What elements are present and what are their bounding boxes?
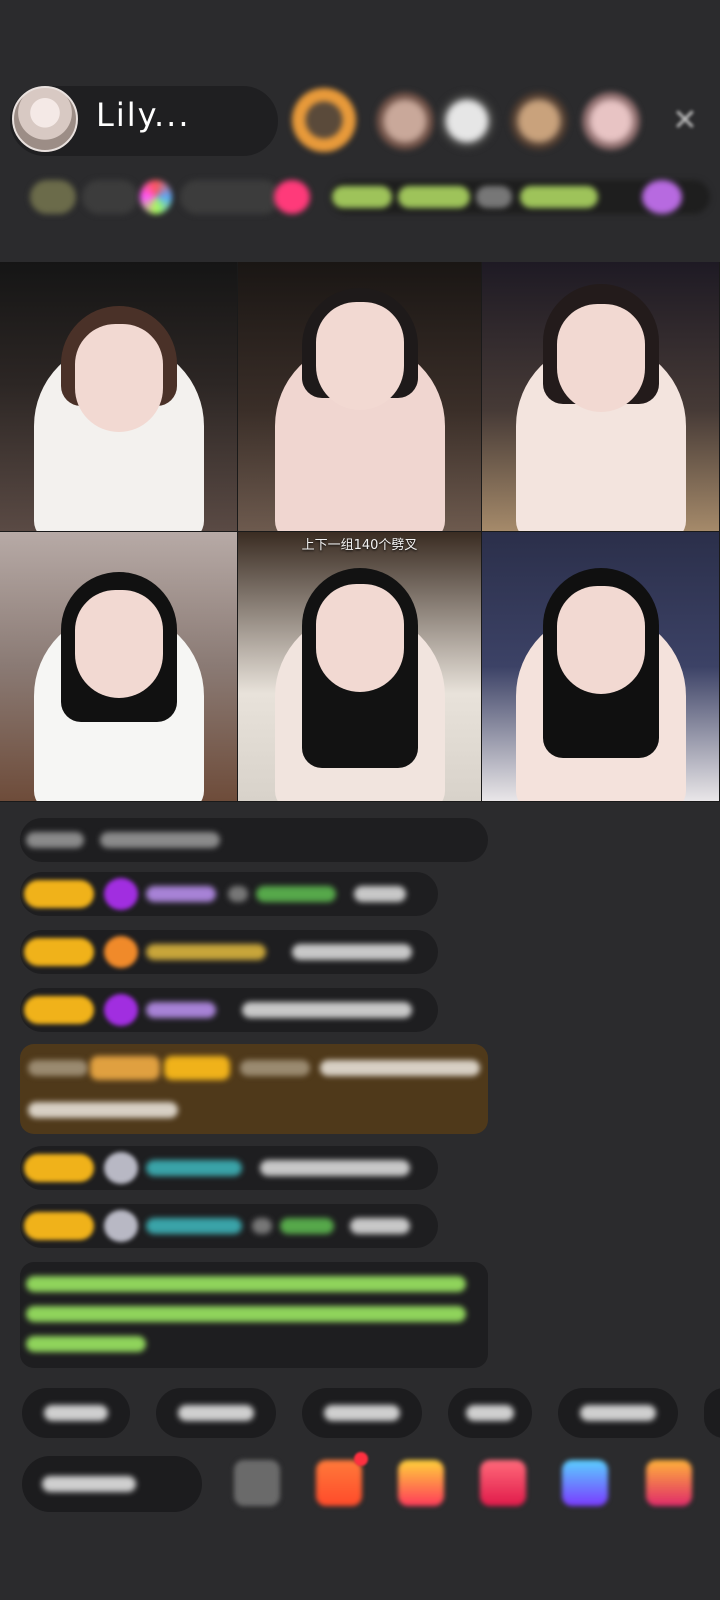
game-icon[interactable] <box>562 1460 608 1506</box>
user-avatar <box>104 1152 138 1184</box>
quick-reply-pill[interactable] <box>22 1388 130 1438</box>
video-tile[interactable] <box>0 262 238 532</box>
user-level-badge <box>24 880 94 908</box>
username[interactable] <box>146 1218 242 1234</box>
more-gifts-icon[interactable] <box>646 1460 692 1506</box>
chat-message[interactable] <box>20 818 488 862</box>
level-badge <box>30 180 76 214</box>
username[interactable] <box>146 944 266 960</box>
quick-reply-pill[interactable] <box>704 1388 720 1438</box>
fan-gem-icon <box>104 936 138 968</box>
close-icon[interactable]: ✕ <box>668 104 702 138</box>
announcement-text <box>398 186 470 208</box>
chat-message[interactable] <box>20 930 438 974</box>
message-icon[interactable] <box>234 1460 280 1506</box>
top-viewer-avatar[interactable] <box>438 92 496 150</box>
username[interactable] <box>146 886 216 902</box>
guest-face <box>74 324 163 432</box>
chat-message[interactable] <box>20 1146 438 1190</box>
fan-gem-icon <box>104 994 138 1026</box>
host-name: Lily... <box>96 96 191 134</box>
gift-box-icon[interactable] <box>316 1460 362 1506</box>
video-tile[interactable]: 上下一组140个劈叉 <box>238 532 482 802</box>
gift-icon[interactable] <box>642 180 682 214</box>
chat-message[interactable] <box>20 1204 438 1248</box>
guest-face <box>74 590 163 698</box>
heart-gift-icon[interactable] <box>480 1460 526 1506</box>
multi-guest-video-grid: 上下一组140个劈叉 <box>0 262 720 802</box>
top-viewer-avatar[interactable] <box>582 92 640 150</box>
hot-icon <box>274 180 310 214</box>
info-chip <box>82 180 138 214</box>
quick-reply-pill[interactable] <box>156 1388 276 1438</box>
video-tile[interactable] <box>238 262 482 532</box>
stream-info-row <box>20 172 710 222</box>
user-level-badge <box>24 1154 94 1182</box>
quick-reply-pill[interactable] <box>558 1388 678 1438</box>
announcement-text <box>476 186 512 208</box>
info-chip <box>180 180 280 214</box>
treasure-icon[interactable] <box>398 1460 444 1506</box>
host-avatar[interactable] <box>12 86 78 152</box>
announcement-text <box>520 186 598 208</box>
guest-face <box>556 304 645 412</box>
fan-gem-icon <box>104 878 138 910</box>
guest-face <box>315 584 404 692</box>
video-overlay-caption: 上下一组140个劈叉 <box>301 538 418 553</box>
top-viewer-avatar[interactable] <box>376 92 434 150</box>
video-tile[interactable] <box>482 262 720 532</box>
username[interactable] <box>146 1160 242 1176</box>
notification-dot <box>354 1452 368 1466</box>
chat-message[interactable] <box>20 872 438 916</box>
chat-message[interactable] <box>20 988 438 1032</box>
user-avatar <box>104 1210 138 1242</box>
video-tile[interactable] <box>0 532 238 802</box>
top-viewer-avatar[interactable] <box>292 88 356 152</box>
guest-face <box>315 302 404 410</box>
guest-face <box>556 586 645 694</box>
announcement-text <box>332 186 392 208</box>
user-level-badge <box>24 996 94 1024</box>
user-level-badge <box>24 1212 94 1240</box>
user-level-badge <box>24 938 94 966</box>
username[interactable] <box>146 1002 216 1018</box>
top-viewer-avatar[interactable] <box>510 92 568 150</box>
system-notice <box>20 1262 488 1368</box>
colorful-icon <box>140 180 172 214</box>
chat-message-highlighted[interactable] <box>20 1044 488 1134</box>
quick-reply-pill[interactable] <box>448 1388 532 1438</box>
chat-input[interactable] <box>22 1456 202 1512</box>
quick-reply-pill[interactable] <box>302 1388 422 1438</box>
video-tile[interactable] <box>482 532 720 802</box>
